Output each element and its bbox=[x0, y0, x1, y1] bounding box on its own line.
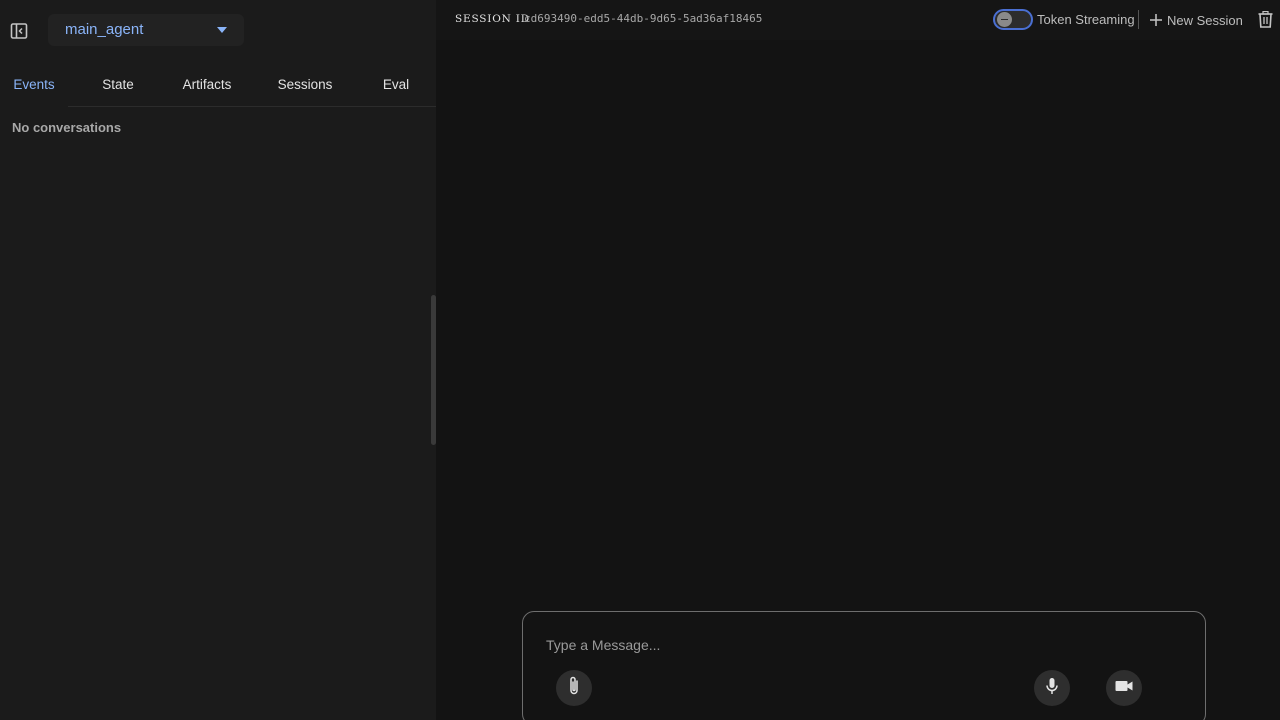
message-input[interactable] bbox=[546, 634, 1146, 656]
message-composer bbox=[522, 611, 1206, 720]
sidebar-header: main_agent bbox=[0, 0, 436, 60]
app-root: main_agent Events State Artifacts Sessio… bbox=[0, 0, 1280, 720]
token-streaming-toggle[interactable] bbox=[993, 9, 1033, 30]
toggle-knob bbox=[997, 12, 1012, 27]
tab-events[interactable]: Events bbox=[0, 65, 68, 108]
tab-label: Eval bbox=[382, 77, 410, 92]
tab-label: Events bbox=[13, 77, 55, 92]
tab-state[interactable]: State bbox=[84, 65, 152, 107]
agent-select-value: main_agent bbox=[65, 21, 144, 38]
header-divider bbox=[1138, 10, 1139, 29]
trash-icon[interactable] bbox=[1257, 11, 1274, 28]
sidebar: main_agent Events State Artifacts Sessio… bbox=[0, 0, 436, 720]
caret-down-icon bbox=[217, 25, 227, 35]
plus-icon bbox=[1148, 13, 1163, 28]
token-streaming-label: Token Streaming bbox=[1037, 12, 1135, 27]
tab-eval[interactable]: Eval bbox=[366, 65, 426, 107]
paperclip-icon bbox=[568, 676, 580, 701]
attach-button[interactable] bbox=[556, 670, 592, 706]
video-camera-icon bbox=[1115, 679, 1133, 697]
microphone-icon bbox=[1045, 677, 1059, 700]
tab-sessions[interactable]: Sessions bbox=[262, 65, 348, 107]
session-id-label: SESSION ID bbox=[455, 13, 530, 25]
empty-conversations-message: No conversations bbox=[12, 120, 122, 135]
sidebar-toggle-icon[interactable] bbox=[9, 21, 28, 40]
tab-label: Artifacts bbox=[182, 77, 232, 92]
new-session-label: New Session bbox=[1167, 12, 1243, 28]
video-button[interactable] bbox=[1106, 670, 1142, 706]
top-bar: SESSION ID cd693490-edd5-44db-9d65-5ad36… bbox=[436, 0, 1280, 40]
tab-artifacts[interactable]: Artifacts bbox=[168, 65, 246, 107]
tab-label: State bbox=[102, 77, 134, 92]
sidebar-tabs: Events State Artifacts Sessions Eval bbox=[0, 65, 436, 108]
microphone-button[interactable] bbox=[1034, 670, 1070, 706]
session-id-value: cd693490-edd5-44db-9d65-5ad36af18465 bbox=[524, 12, 763, 25]
agent-select[interactable]: main_agent bbox=[48, 14, 244, 46]
tab-label: Sessions bbox=[277, 77, 333, 92]
new-session-button[interactable]: New Session bbox=[1148, 10, 1243, 30]
